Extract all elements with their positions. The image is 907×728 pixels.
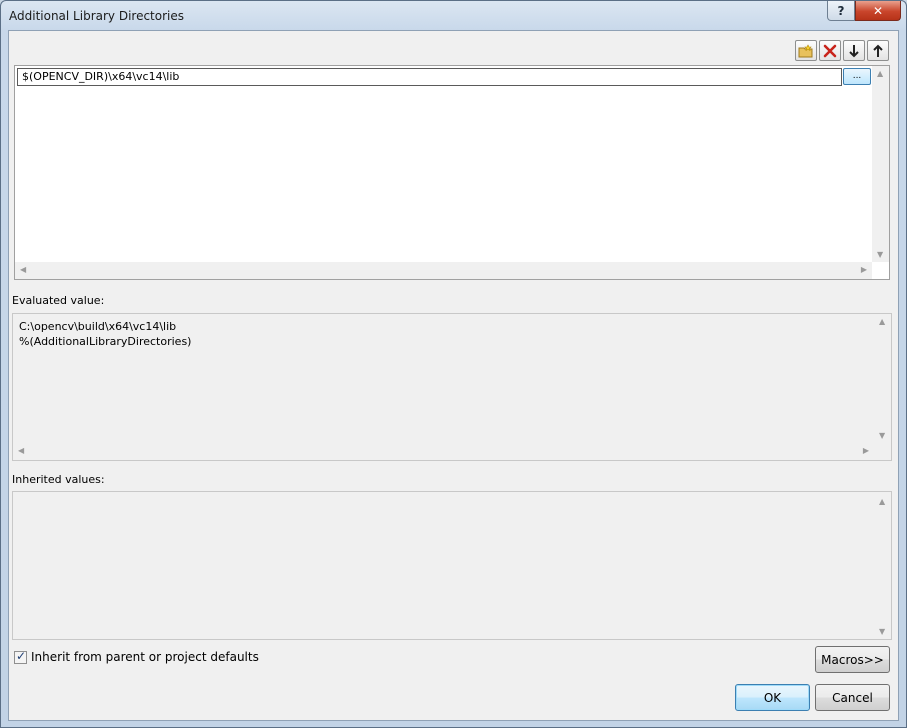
check-icon: ✓ (16, 648, 27, 663)
scroll-right-icon[interactable]: ▶ (863, 446, 869, 455)
scroll-up-icon[interactable]: ▲ (877, 69, 883, 78)
scroll-down-icon[interactable]: ▼ (879, 431, 885, 440)
dialog-client-area: $(OPENCV_DIR)\x64\vc14\lib ... ▲ ▼ ◀ ▶ E… (8, 30, 899, 721)
dialog-window: Additional Library Directories ? ✕ $(OPE… (0, 0, 907, 728)
inherited-values-label: Inherited values: (12, 473, 105, 486)
window-title: Additional Library Directories (9, 9, 185, 23)
directory-entry-input[interactable]: $(OPENCV_DIR)\x64\vc14\lib (17, 68, 842, 86)
evaluated-line: %(AdditionalLibraryDirectories) (19, 335, 192, 348)
vertical-scrollbar[interactable]: ▲ ▼ (872, 66, 889, 262)
scroll-right-icon[interactable]: ▶ (861, 265, 867, 274)
arrow-down-icon (849, 44, 859, 57)
delete-button[interactable] (819, 40, 841, 61)
list-toolbar (795, 40, 889, 61)
ok-button[interactable]: OK (735, 684, 810, 711)
inherited-values-box: ▲ ▼ (12, 491, 892, 640)
scroll-up-icon[interactable]: ▲ (879, 317, 885, 326)
vertical-scrollbar[interactable]: ▲ ▼ (874, 314, 891, 443)
scroll-up-icon[interactable]: ▲ (879, 497, 885, 506)
help-button[interactable]: ? (827, 1, 855, 21)
folder-new-icon (798, 43, 813, 57)
arrow-up-icon (873, 44, 883, 57)
scroll-down-icon[interactable]: ▼ (877, 250, 883, 259)
vertical-scrollbar[interactable]: ▲ ▼ (874, 492, 891, 639)
move-down-button[interactable] (843, 40, 865, 61)
browse-button[interactable]: ... (843, 68, 871, 85)
macros-button[interactable]: Macros>> (815, 646, 890, 673)
inherit-checkbox-label: Inherit from parent or project defaults (31, 650, 259, 664)
scroll-left-icon[interactable]: ◀ (20, 265, 26, 274)
close-button[interactable]: ✕ (855, 1, 901, 21)
evaluated-value-box: C:\opencv\build\x64\vc14\lib %(Additiona… (12, 313, 892, 461)
scroll-down-icon[interactable]: ▼ (879, 627, 885, 636)
scroll-left-icon[interactable]: ◀ (18, 446, 24, 455)
cancel-button[interactable]: Cancel (815, 684, 890, 711)
move-up-button[interactable] (867, 40, 889, 61)
inherit-checkbox[interactable]: ✓ (14, 648, 27, 664)
caption-buttons: ? ✕ (827, 1, 901, 21)
horizontal-scrollbar[interactable]: ◀ ▶ (13, 443, 874, 460)
new-line-button[interactable] (795, 40, 817, 61)
delete-icon (823, 44, 837, 57)
directories-list[interactable]: $(OPENCV_DIR)\x64\vc14\lib ... ▲ ▼ ◀ ▶ (14, 65, 890, 280)
evaluated-line: C:\opencv\build\x64\vc14\lib (19, 320, 177, 333)
inherit-option[interactable]: ✓ Inherit from parent or project default… (14, 648, 259, 664)
horizontal-scrollbar[interactable]: ◀ ▶ (15, 262, 872, 279)
evaluated-value-label: Evaluated value: (12, 294, 105, 307)
evaluated-value-text: C:\opencv\build\x64\vc14\lib %(Additiona… (19, 319, 191, 349)
